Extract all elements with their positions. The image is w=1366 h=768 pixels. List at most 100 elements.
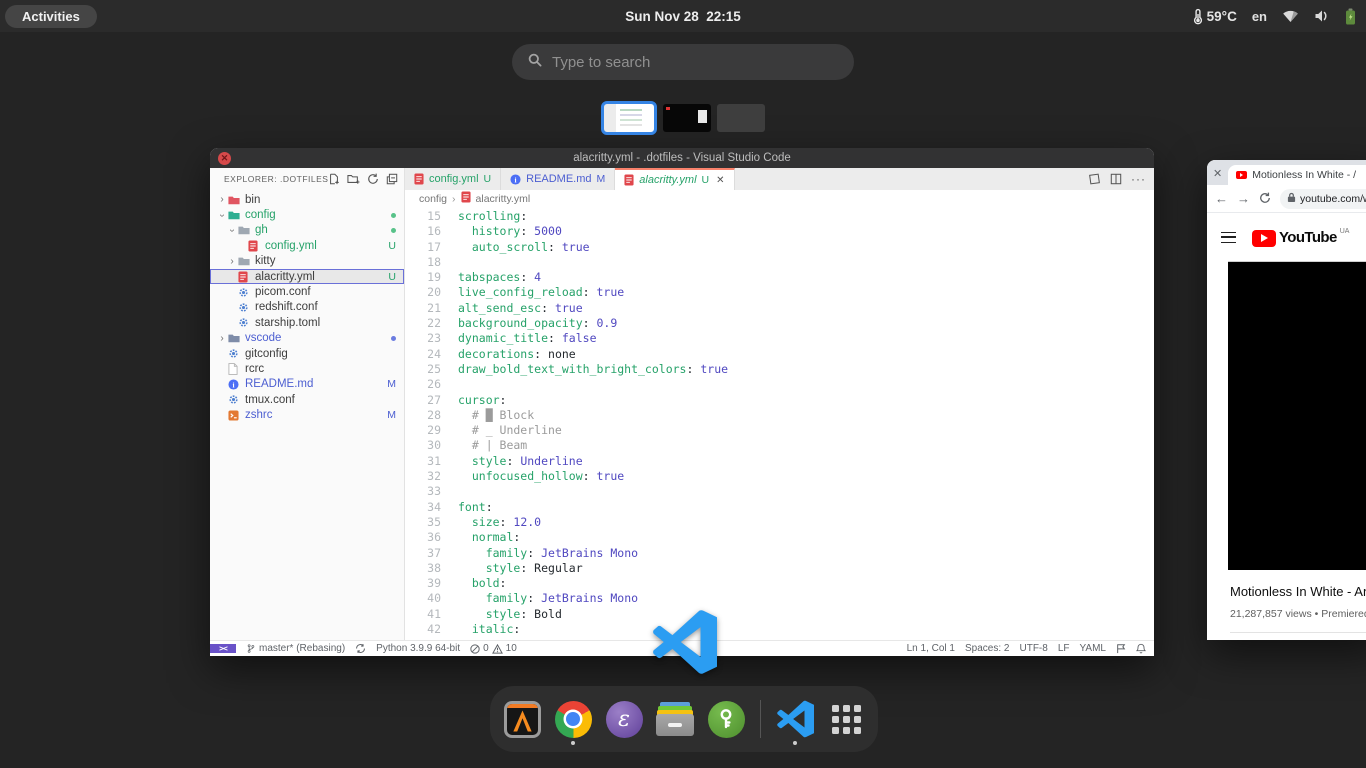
remote-indicator[interactable]: >< [210, 644, 236, 653]
code-line-24[interactable]: 24decorations: none [405, 347, 1154, 362]
status-python-version[interactable]: Python 3.9.9 64-bit [376, 643, 460, 654]
dock-item-vscode[interactable] [775, 689, 815, 749]
chrome-active-tab[interactable]: Motionless In White - / [1228, 165, 1366, 185]
code-line-23[interactable]: 23dynamic_title: false [405, 331, 1154, 346]
back-icon[interactable]: ← [1215, 192, 1228, 205]
tree-item-zshrc[interactable]: zshrcM [210, 407, 404, 422]
status-feedback[interactable] [1116, 643, 1126, 654]
code-editor[interactable]: 15scrolling:16 history: 500017 auto_scro… [405, 207, 1154, 640]
vscode-titlebar[interactable]: ✕ alacritty.yml - .dotfiles - Visual Stu… [210, 148, 1154, 168]
workspace-vscode[interactable] [601, 101, 657, 135]
status-encoding[interactable]: UTF-8 [1019, 643, 1047, 654]
tab-close-icon[interactable]: ✕ [716, 175, 724, 186]
code-line-18[interactable]: 18 [405, 255, 1154, 270]
code-line-15[interactable]: 15scrolling: [405, 209, 1154, 224]
tree-item-README.md[interactable]: iREADME.mdM [210, 377, 404, 392]
tree-item-bin[interactable]: ›bin [210, 192, 404, 207]
wifi-icon[interactable] [1282, 9, 1299, 23]
keyboard-layout-indicator[interactable]: en [1252, 9, 1267, 24]
code-line-30[interactable]: 30 # | Beam [405, 438, 1154, 453]
collapse-folders-icon[interactable] [386, 173, 398, 185]
tree-item-alacritty.yml[interactable]: alacritty.ymlU [210, 269, 404, 284]
vscode-app-badge-icon[interactable] [651, 609, 717, 675]
temperature-indicator[interactable]: 59°C [1193, 8, 1237, 25]
editor-tab-config.yml[interactable]: config.ymlU [405, 168, 501, 190]
code-line-34[interactable]: 34font: [405, 500, 1154, 515]
status-eol-sequence[interactable]: LF [1058, 643, 1070, 654]
code-line-28[interactable]: 28 # █ Block [405, 408, 1154, 423]
refresh-icon[interactable] [367, 173, 379, 185]
status-cursor-position[interactable]: Ln 1, Col 1 [907, 643, 955, 654]
tree-item-picom.conf[interactable]: picom.conf [210, 284, 404, 299]
address-bar[interactable]: youtube.com/wa [1280, 189, 1366, 209]
tree-item-vscode[interactable]: ›vscode [210, 331, 404, 346]
code-line-22[interactable]: 22background_opacity: 0.9 [405, 316, 1154, 331]
split-editor-icon[interactable] [1110, 173, 1122, 185]
tree-item-redshift.conf[interactable]: redshift.conf [210, 300, 404, 315]
dock-item-app-grid[interactable] [826, 689, 866, 749]
status-language-mode[interactable]: YAML [1080, 643, 1107, 654]
code-line-36[interactable]: 36 normal: [405, 530, 1154, 545]
video-player[interactable] [1228, 261, 1366, 570]
code-line-25[interactable]: 25draw_bold_text_with_bright_colors: tru… [405, 362, 1154, 377]
open-changes-icon[interactable] [1088, 173, 1101, 185]
code-line-17[interactable]: 17 auto_scroll: true [405, 240, 1154, 255]
window-close-button[interactable]: ✕ [218, 152, 231, 165]
code-line-20[interactable]: 20live_config_reload: true [405, 285, 1154, 300]
tree-item-rcrc[interactable]: rcrc [210, 361, 404, 376]
new-file-icon[interactable] [328, 173, 340, 185]
code-line-16[interactable]: 16 history: 5000 [405, 224, 1154, 239]
tree-item-config.yml[interactable]: config.ymlU [210, 238, 404, 253]
editor-tab-README.md[interactable]: iREADME.mdM [501, 168, 615, 190]
overview-search[interactable] [512, 44, 854, 80]
code-line-19[interactable]: 19tabspaces: 4 [405, 270, 1154, 285]
forward-icon[interactable]: → [1237, 192, 1250, 205]
code-line-31[interactable]: 31 style: Underline [405, 454, 1154, 469]
tree-item-gh[interactable]: ›gh [210, 223, 404, 238]
status-git-branch[interactable]: master* (Rebasing) [246, 643, 345, 654]
volume-icon[interactable] [1314, 9, 1330, 23]
system-tray[interactable]: 59°C en [1193, 8, 1356, 25]
code-line-37[interactable]: 37 family: JetBrains Mono [405, 546, 1154, 561]
code-line-32[interactable]: 32 unfocused_hollow: true [405, 469, 1154, 484]
tree-item-config[interactable]: ›config [210, 207, 404, 222]
status-sync-changes[interactable] [355, 643, 366, 654]
clock[interactable]: Sun Nov 28 22:15 [625, 9, 741, 24]
chevron-right-icon[interactable]: › [216, 194, 228, 205]
code-line-41[interactable]: 41 style: Bold [405, 607, 1154, 622]
youtube-logo[interactable]: YouTube UA [1252, 228, 1349, 247]
breadcrumb-folder[interactable]: config [419, 193, 447, 205]
editor-tab-alacritty.yml[interactable]: alacritty.ymlU✕ [615, 168, 734, 190]
code-line-29[interactable]: 29 # _ Underline [405, 423, 1154, 438]
status-problems[interactable]: 010 [470, 643, 517, 654]
new-folder-icon[interactable] [347, 173, 360, 185]
code-line-27[interactable]: 27cursor: [405, 393, 1154, 408]
code-line-42[interactable]: 42 italic: [405, 622, 1154, 637]
battery-icon[interactable] [1345, 8, 1356, 25]
code-line-38[interactable]: 38 style: Regular [405, 561, 1154, 576]
tree-item-gitconfig[interactable]: gitconfig [210, 346, 404, 361]
status-indentation[interactable]: Spaces: 2 [965, 643, 1009, 654]
chevron-down-icon[interactable]: › [217, 209, 228, 221]
tree-item-tmux.conf[interactable]: tmux.conf [210, 392, 404, 407]
vscode-window[interactable]: ✕ alacritty.yml - .dotfiles - Visual Stu… [210, 148, 1154, 656]
code-line-39[interactable]: 39 bold: [405, 576, 1154, 591]
code-line-35[interactable]: 35 size: 12.0 [405, 515, 1154, 530]
chevron-down-icon[interactable]: › [227, 224, 238, 236]
code-line-33[interactable]: 33 [405, 484, 1154, 499]
menu-icon[interactable] [1221, 232, 1236, 243]
dock-item-file-manager[interactable] [655, 689, 695, 749]
tree-item-kitty[interactable]: ›kitty [210, 254, 404, 269]
code-line-26[interactable]: 26 [405, 377, 1154, 392]
workspace-empty[interactable] [717, 104, 765, 132]
reload-icon[interactable] [1259, 192, 1271, 206]
code-line-21[interactable]: 21alt_send_esc: true [405, 301, 1154, 316]
breadcrumb-file[interactable]: alacritty.yml [476, 193, 531, 205]
workspace-youtube[interactable] [663, 104, 711, 132]
chevron-right-icon[interactable]: › [226, 256, 238, 267]
chevron-right-icon[interactable]: › [216, 333, 228, 344]
tree-item-starship.toml[interactable]: starship.toml [210, 315, 404, 330]
chrome-window[interactable]: ✕ Motionless In White - / ← → youtube.co… [1207, 160, 1366, 640]
search-input[interactable] [552, 54, 822, 71]
code-line-40[interactable]: 40 family: JetBrains Mono [405, 591, 1154, 606]
